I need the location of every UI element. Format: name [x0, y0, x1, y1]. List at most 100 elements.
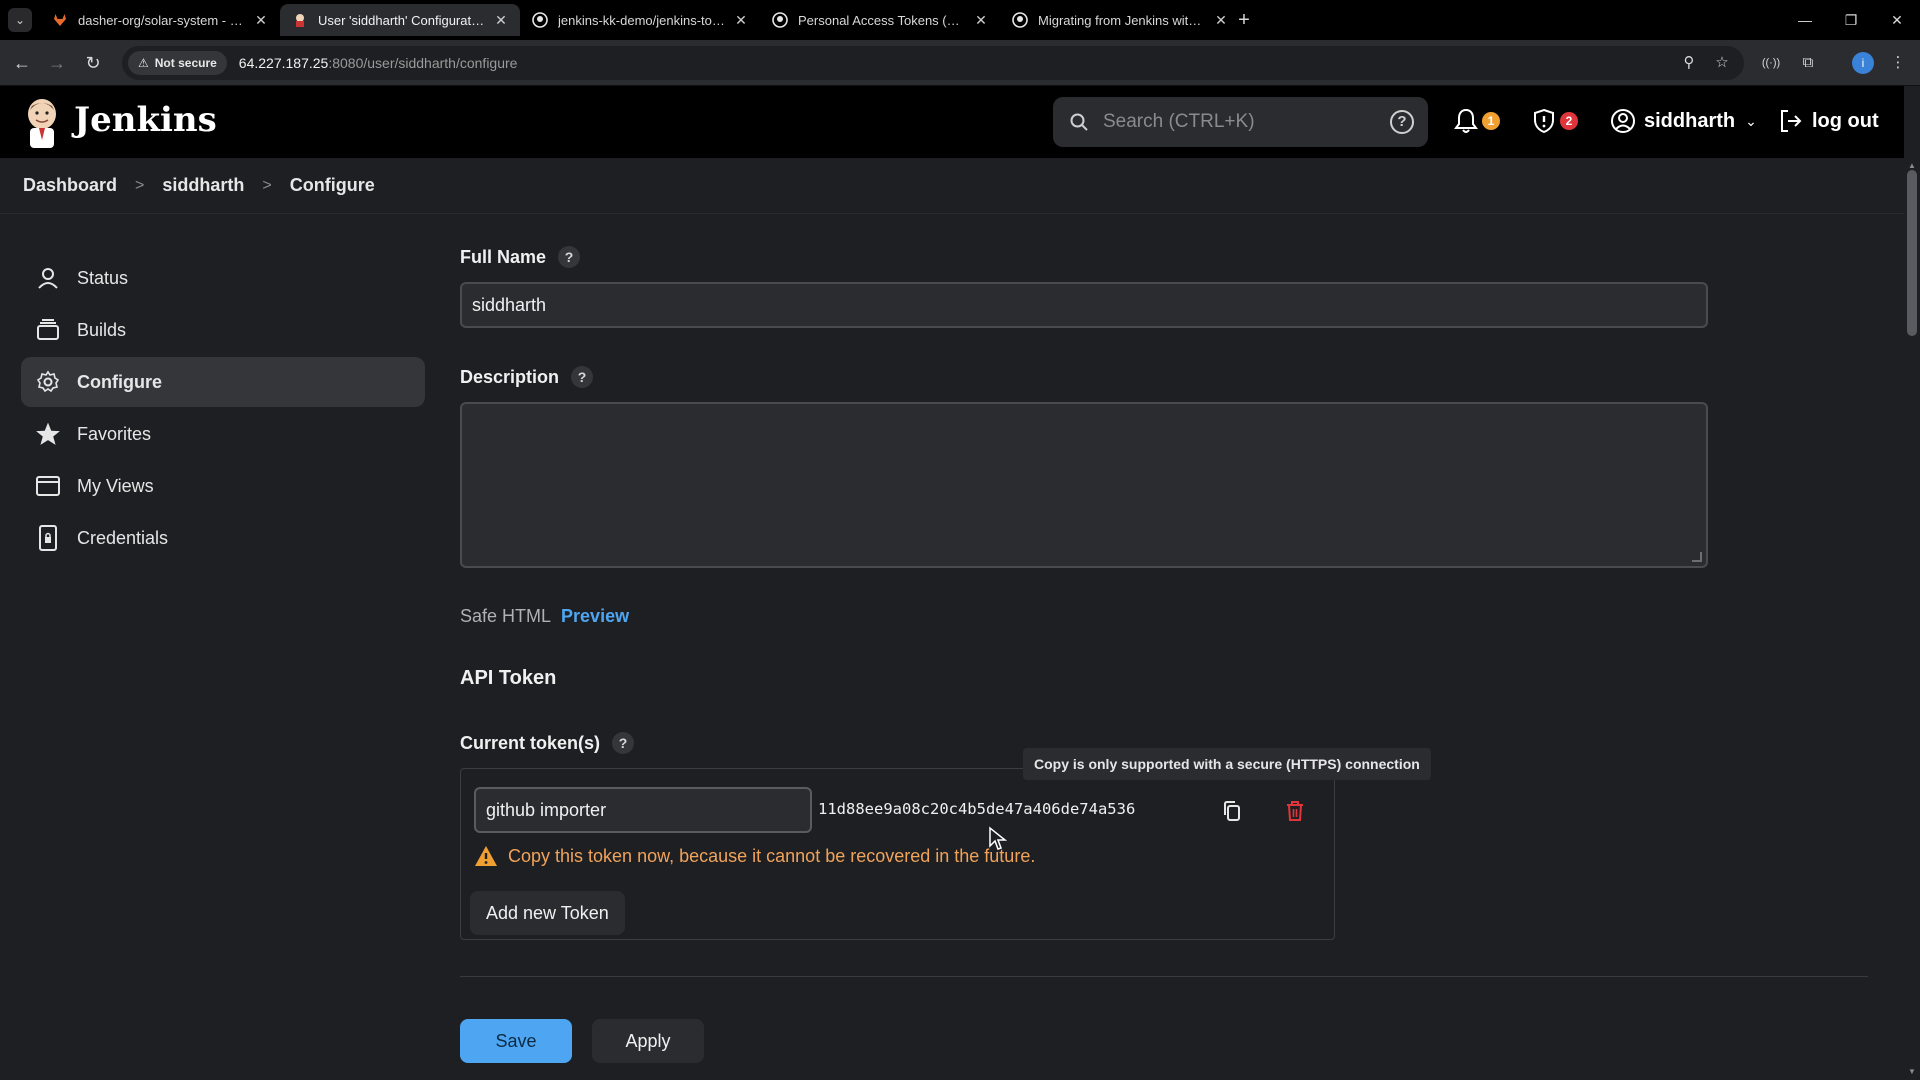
copy-token-button[interactable]	[1218, 797, 1246, 825]
api-token-panel: 11d88ee9a08c20c4b5de47a406de74a536 Co	[460, 768, 1335, 940]
token-value-text[interactable]: 11d88ee9a08c20c4b5de47a406de74a536	[818, 800, 1135, 818]
browser-toolbar: ← → ↻ ⚠ Not secure 64.227.187.25:8080/us…	[0, 40, 1920, 86]
gear-icon	[35, 369, 61, 395]
window-icon	[35, 473, 61, 499]
header-username: siddharth	[1644, 109, 1736, 132]
warning-triangle-icon	[475, 846, 497, 866]
breadcrumb-user[interactable]: siddharth	[162, 175, 244, 196]
github-icon	[1012, 12, 1028, 28]
person-icon	[35, 265, 61, 291]
warning-triangle-icon: ⚠	[138, 56, 149, 70]
browser-tab-bar: ⌄ dasher-org/solar-system - solar ✕ User…	[0, 0, 1920, 40]
sidebar-item-builds[interactable]: Builds	[21, 305, 425, 355]
user-avatar-icon	[1611, 109, 1635, 133]
token-name-input[interactable]	[474, 787, 812, 833]
sidebar-item-configure[interactable]: Configure	[21, 357, 425, 407]
extensions-puzzle-icon[interactable]: ⧉	[1795, 50, 1821, 76]
apply-button[interactable]: Apply	[592, 1019, 704, 1063]
github-icon	[532, 12, 548, 28]
token-warning-message: Copy this token now, because it cannot b…	[474, 845, 1035, 867]
search-help-icon[interactable]: ?	[1390, 110, 1414, 134]
star-icon	[35, 421, 61, 447]
jenkins-search-box[interactable]: ?	[1053, 97, 1428, 147]
security-alerts-button[interactable]: 2	[1532, 108, 1578, 134]
sidebar: Status Builds Configure Favorites My Vie…	[21, 253, 425, 565]
bookmark-star-icon[interactable]: ☆	[1713, 54, 1731, 72]
tab-close-icon[interactable]: ✕	[972, 11, 990, 29]
zoom-icon[interactable]: ⚲	[1680, 54, 1698, 72]
bell-icon	[1454, 108, 1478, 133]
markup-formatter-info: Safe HTML Preview	[460, 606, 630, 627]
browser-menu-icon[interactable]: ⋮	[1885, 50, 1911, 76]
url-text: 64.227.187.25:8080/user/siddharth/config…	[238, 55, 518, 71]
browser-profile-avatar[interactable]: i	[1852, 52, 1874, 74]
restore-icon[interactable]: ❐	[1828, 0, 1874, 40]
breadcrumb-dashboard[interactable]: Dashboard	[23, 175, 117, 196]
resize-handle-icon[interactable]	[1692, 552, 1702, 562]
browser-tab-5[interactable]: Migrating from Jenkins with Git ✕	[1000, 4, 1240, 36]
revoke-token-button[interactable]	[1281, 797, 1309, 825]
add-new-token-button[interactable]: Add new Token	[470, 891, 625, 935]
description-textarea[interactable]	[460, 402, 1708, 568]
full-name-input[interactable]	[460, 282, 1708, 328]
chevron-right-icon: >	[135, 176, 145, 194]
save-button[interactable]: Save	[460, 1019, 572, 1063]
breadcrumb: Dashboard > siddharth > Configure	[0, 158, 1904, 214]
tablet-lock-icon	[35, 525, 61, 551]
sidebar-item-credentials[interactable]: Credentials	[21, 513, 425, 563]
github-icon	[772, 12, 788, 28]
jenkins-header: Jenkins ? 1 2 siddharth ⌄	[0, 86, 1904, 158]
notification-count-badge: 1	[1482, 112, 1500, 130]
search-input[interactable]	[1103, 111, 1390, 133]
tab-close-icon[interactable]: ✕	[492, 11, 510, 29]
jenkins-title[interactable]: Jenkins	[74, 100, 217, 140]
builds-stack-icon	[35, 317, 61, 343]
description-label: Description ?	[460, 366, 1710, 388]
tab-close-icon[interactable]: ✕	[252, 11, 270, 29]
close-window-icon[interactable]: ✕	[1874, 0, 1920, 40]
new-tab-button[interactable]: +	[1232, 8, 1256, 32]
trash-icon	[1287, 801, 1303, 821]
address-bar[interactable]: ⚠ Not secure 64.227.187.25:8080/user/sid…	[122, 46, 1744, 80]
help-question-icon[interactable]: ?	[571, 366, 594, 388]
copy-icon	[1224, 801, 1240, 821]
notifications-button[interactable]: 1	[1454, 108, 1500, 134]
help-question-icon[interactable]: ?	[558, 246, 581, 268]
sidebar-item-my-views[interactable]: My Views	[21, 461, 425, 511]
tab-close-icon[interactable]: ✕	[732, 11, 750, 29]
jenkins-logo-icon[interactable]	[22, 96, 62, 148]
media-control-icon[interactable]: ((·))	[1758, 50, 1784, 76]
tab-search-dropdown[interactable]: ⌄	[8, 8, 32, 32]
security-indicator[interactable]: ⚠ Not secure	[128, 51, 227, 75]
api-token-section-title: API Token	[460, 667, 557, 689]
browser-tab-3[interactable]: jenkins-kk-demo/jenkins-to-act ✕	[520, 4, 760, 36]
jenkins-favicon-icon	[292, 12, 308, 28]
sidebar-item-status[interactable]: Status	[21, 253, 425, 303]
tab-close-icon[interactable]: ✕	[1212, 11, 1230, 29]
chevron-down-icon: ⌄	[1745, 112, 1757, 129]
search-icon	[1070, 113, 1088, 131]
user-menu[interactable]: siddharth ⌄	[1610, 108, 1757, 134]
browser-tab-2[interactable]: User 'siddharth' Configuration [ ✕	[280, 4, 520, 36]
reload-icon[interactable]: ↻	[80, 50, 106, 76]
scroll-down-icon[interactable]: ▼	[1904, 1066, 1920, 1078]
browser-tab-4[interactable]: Personal Access Tokens (Classic ✕	[760, 4, 1000, 36]
shield-alert-icon	[1534, 108, 1554, 134]
sidebar-item-favorites[interactable]: Favorites	[21, 409, 425, 459]
scrollbar-thumb[interactable]	[1907, 170, 1917, 336]
form-actions: Save Apply	[460, 1019, 1710, 1063]
gitlab-fox-icon	[52, 12, 68, 28]
logout-button[interactable]: log out	[1778, 108, 1879, 134]
help-question-icon[interactable]: ?	[612, 732, 635, 754]
forward-arrow-icon[interactable]: →	[44, 50, 70, 76]
back-arrow-icon[interactable]: ←	[9, 50, 35, 76]
minimize-icon[interactable]: —	[1782, 0, 1828, 40]
section-divider	[460, 976, 1868, 977]
copy-tooltip: Copy is only supported with a secure (HT…	[1023, 748, 1431, 780]
logout-icon	[1781, 110, 1802, 132]
preview-link[interactable]: Preview	[561, 606, 629, 627]
breadcrumb-configure[interactable]: Configure	[290, 175, 375, 196]
browser-tab-1[interactable]: dasher-org/solar-system - solar ✕	[40, 4, 280, 36]
security-count-badge: 2	[1560, 112, 1578, 130]
chevron-right-icon: >	[262, 176, 272, 194]
